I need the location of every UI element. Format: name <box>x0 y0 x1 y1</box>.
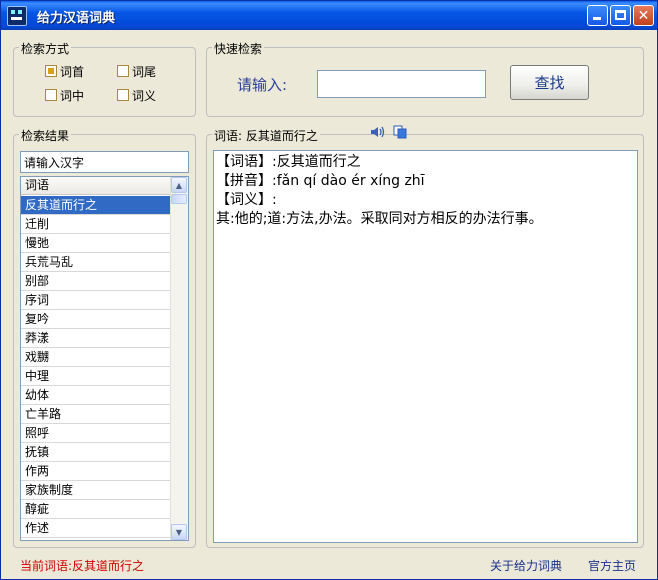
about-link[interactable]: 关于给力词典 <box>490 557 562 574</box>
list-item[interactable]: 莽漾 <box>21 329 172 348</box>
column-header[interactable]: 词语 <box>21 177 171 195</box>
option-word-middle[interactable]: 词中 <box>45 87 84 103</box>
list-item[interactable]: 家族制度 <box>21 481 172 500</box>
list-item[interactable]: 戏嬲 <box>21 348 172 367</box>
search-prompt: 请输入: <box>237 76 288 94</box>
definition-line-meaning-header: 【词义】: <box>216 192 277 208</box>
list-item[interactable]: 醇疵 <box>21 500 172 519</box>
app-logo-icon <box>7 6 27 26</box>
title-bar[interactable]: 给力汉语词典 ✕ <box>1 1 657 30</box>
speaker-icon[interactable] <box>370 125 386 139</box>
checkbox-word-meaning[interactable] <box>117 89 129 101</box>
option-word-start[interactable]: 词首 <box>45 63 84 79</box>
option-label: 词首 <box>60 64 85 79</box>
list-item[interactable]: 作述 <box>21 519 172 538</box>
filter-input[interactable] <box>20 151 189 173</box>
option-word-meaning[interactable]: 词义 <box>117 87 156 103</box>
detail-word-label: 词语: 反其道而行之 <box>212 127 320 144</box>
search-mode-legend: 检索方式 <box>19 40 72 57</box>
definition-line-word: 【词语】:反其道而行之 <box>216 154 361 170</box>
list-item[interactable]: 照呼 <box>21 424 172 443</box>
app-window: 给力汉语词典 ✕ 检索方式 词首 词尾 词中 词义 快速检索 请输入: 查找 检… <box>0 0 658 580</box>
list-item[interactable]: 兵荒马乱 <box>21 253 172 272</box>
list-item[interactable]: 作两 <box>21 462 172 481</box>
list-item[interactable]: 序词 <box>21 291 172 310</box>
list-item[interactable]: 慢弛 <box>21 234 172 253</box>
window-title: 给力汉语词典 <box>37 11 116 26</box>
close-button[interactable]: ✕ <box>633 5 654 26</box>
results-rows: 反其道而行之 迁削 慢弛 兵荒马乱 别部 序词 复吟 莽漾 戏嬲 中理 幼体 亡羊路 照呼 抚镇 作两 家族制… <box>21 196 172 538</box>
maximize-button[interactable] <box>610 5 631 26</box>
list-item[interactable]: 抚镇 <box>21 443 172 462</box>
scroll-down-icon[interactable]: ▼ <box>171 524 187 540</box>
list-item[interactable]: 迁削 <box>21 215 172 234</box>
list-item[interactable]: 中理 <box>21 367 172 386</box>
minimize-button[interactable] <box>587 5 608 26</box>
scroll-up-icon[interactable]: ▲ <box>171 177 187 193</box>
list-item[interactable]: 反其道而行之 <box>21 196 172 215</box>
search-input[interactable] <box>317 70 486 98</box>
checkbox-word-middle[interactable] <box>45 89 57 101</box>
list-item[interactable]: 亡羊路 <box>21 405 172 424</box>
option-label: 词中 <box>60 88 85 103</box>
list-item[interactable]: 别部 <box>21 272 172 291</box>
checkbox-word-start[interactable] <box>45 65 57 77</box>
results-scrollbar[interactable]: ▲ ▼ <box>170 177 188 540</box>
maximize-icon <box>615 10 626 20</box>
checkbox-word-end[interactable] <box>117 65 129 77</box>
results-list[interactable]: 词语 反其道而行之 迁削 慢弛 兵荒马乱 别部 序词 复吟 莽漾 戏嬲 中理 幼体 亡羊路 照呼 抚镇 作两… <box>20 176 189 541</box>
minimize-icon <box>593 17 601 20</box>
list-item[interactable]: 幼体 <box>21 386 172 405</box>
scroll-thumb[interactable] <box>171 194 187 204</box>
search-mode-group: 检索方式 <box>13 40 196 117</box>
definition-line-pinyin: 【拼音】:fǎn qí dào ér xíng zhī <box>216 173 425 189</box>
results-legend: 检索结果 <box>19 127 72 144</box>
find-button[interactable]: 查找 <box>510 65 589 100</box>
copy-icon[interactable] <box>393 125 407 139</box>
option-word-end[interactable]: 词尾 <box>117 63 156 79</box>
definition-panel[interactable]: 【词语】:反其道而行之 【拼音】:fǎn qí dào ér xíng zhī … <box>213 150 638 543</box>
quick-search-legend: 快速检索 <box>212 40 265 57</box>
definition-line-meaning: 其:他的;道:方法,办法。采取同对方相反的办法行事。 <box>216 211 543 227</box>
option-label: 词尾 <box>132 64 157 79</box>
current-word-status: 当前词语:反其道而行之 <box>20 559 145 573</box>
homepage-link[interactable]: 官方主页 <box>588 557 636 574</box>
close-icon: ✕ <box>637 7 650 24</box>
list-item[interactable]: 复吟 <box>21 310 172 329</box>
option-label: 词义 <box>132 88 157 103</box>
